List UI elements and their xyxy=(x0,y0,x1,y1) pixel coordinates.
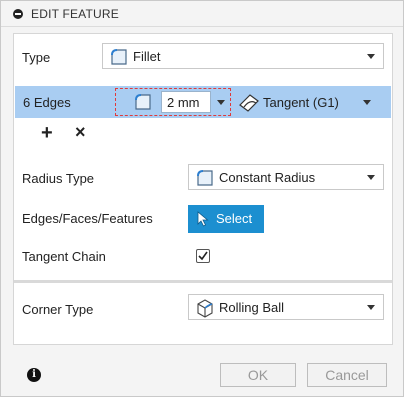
cancel-button[interactable]: Cancel xyxy=(307,363,387,387)
chevron-down-icon xyxy=(367,175,375,180)
ok-button[interactable]: OK xyxy=(220,363,296,387)
radius-type-dropdown[interactable]: Constant Radius xyxy=(188,164,384,190)
tangent-chain-checkbox[interactable] xyxy=(196,249,210,263)
radius-type-value: Constant Radius xyxy=(219,170,316,185)
type-value: Fillet xyxy=(133,49,161,64)
tangent-chain-label: Tangent Chain xyxy=(22,249,106,264)
corner-type-row: Corner Type Rolling Ball xyxy=(14,290,392,330)
feature-parameters-panel: Type Fillet 6 Edges 2 mm Tangent (G1) + … xyxy=(13,33,393,345)
corner-type-label: Corner Type xyxy=(22,302,94,317)
constant-radius-icon xyxy=(195,168,215,191)
edges-count-label: 6 Edges xyxy=(23,95,71,110)
select-button-label: Select xyxy=(216,211,253,226)
radius-type-label: Radius Type xyxy=(22,171,95,186)
continuity-value[interactable]: Tangent (G1) xyxy=(263,95,339,110)
tangent-icon xyxy=(238,91,260,116)
cursor-arrow-icon xyxy=(197,211,209,230)
radius-icon xyxy=(133,92,153,115)
corner-type-value: Rolling Ball xyxy=(219,300,285,315)
chevron-down-icon xyxy=(367,305,375,310)
radius-value: 2 mm xyxy=(167,95,200,110)
edges-faces-features-label: Edges/Faces/Features xyxy=(22,211,153,226)
radius-type-row: Radius Type Constant Radius xyxy=(14,162,392,196)
remove-icon[interactable]: × xyxy=(75,122,86,143)
corner-type-dropdown[interactable]: Rolling Ball xyxy=(188,294,384,320)
add-icon[interactable]: + xyxy=(41,122,53,145)
type-dropdown[interactable]: Fillet xyxy=(102,43,384,69)
chevron-down-icon xyxy=(367,54,375,59)
dialog-title-bar: EDIT FEATURE xyxy=(1,1,403,27)
type-label: Type xyxy=(22,50,51,65)
radius-input[interactable]: 2 mm xyxy=(161,91,211,113)
dialog-footer: i OK Cancel xyxy=(1,351,403,397)
rolling-ball-icon xyxy=(195,298,215,321)
continuity-dropdown-icon[interactable] xyxy=(363,100,371,105)
collapse-icon[interactable] xyxy=(13,9,23,19)
info-icon[interactable]: i xyxy=(27,368,41,382)
dialog-title: EDIT FEATURE xyxy=(31,7,119,21)
select-button[interactable]: Select xyxy=(188,205,264,233)
type-row: Type Fillet xyxy=(14,34,392,78)
edit-feature-dialog: EDIT FEATURE Type Fillet 6 Edges 2 mm Ta… xyxy=(0,0,404,397)
radius-dropdown-icon[interactable] xyxy=(217,100,225,105)
edge-set-row[interactable]: 6 Edges 2 mm Tangent (G1) xyxy=(15,86,391,118)
edge-actions-bar: + × xyxy=(15,118,391,152)
section-divider xyxy=(14,280,392,283)
fillet-icon xyxy=(109,47,129,70)
check-icon xyxy=(198,251,208,261)
